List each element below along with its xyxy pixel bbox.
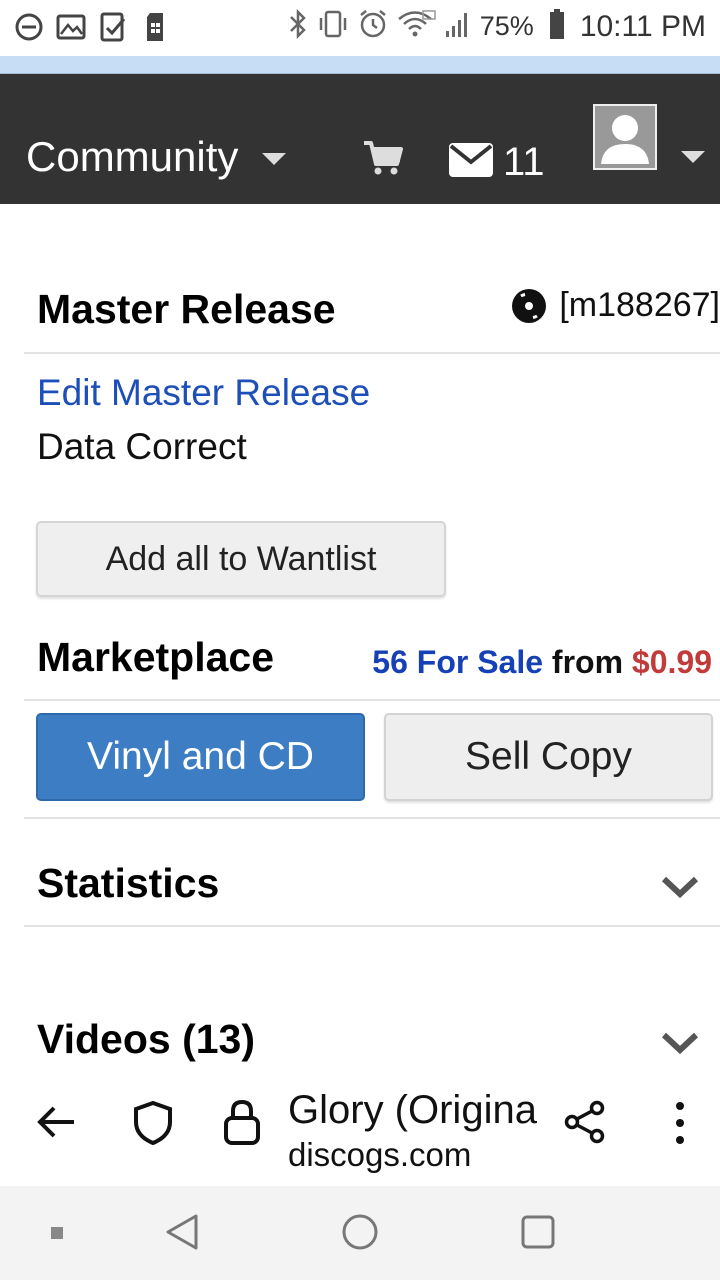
alarm-icon — [358, 9, 388, 44]
more-options-icon[interactable] — [674, 1100, 686, 1151]
videos-chevron-down-icon[interactable] — [660, 1030, 700, 1061]
vinyl-and-cd-button[interactable]: Vinyl and CD — [36, 713, 365, 801]
bluetooth-icon — [288, 8, 308, 45]
divider — [24, 817, 720, 819]
do-not-disturb-icon — [14, 10, 44, 44]
master-id-text: [m188267] — [559, 286, 720, 324]
for-sale-link[interactable]: 56 For Sale — [372, 644, 543, 680]
nav-recents-icon[interactable] — [520, 1214, 556, 1255]
battery-percent: 75% — [479, 11, 534, 41]
chevron-down-icon — [262, 153, 287, 165]
for-sale-summary: 56 For Sale from $0.99 — [372, 644, 712, 681]
master-id[interactable]: [m188267] — [511, 286, 720, 325]
page-domain[interactable]: discogs.com — [288, 1136, 471, 1174]
marketplace-heading: Marketplace — [37, 634, 275, 680]
user-menu-chevron-icon[interactable] — [681, 151, 705, 163]
page-load-strip — [0, 56, 720, 74]
statistics-heading[interactable]: Statistics — [37, 860, 219, 907]
nav-home-icon[interactable] — [341, 1213, 379, 1256]
statistics-chevron-down-icon[interactable] — [660, 874, 700, 905]
divider — [24, 699, 720, 701]
vinyl-record-icon — [512, 288, 547, 323]
divider — [24, 352, 720, 354]
community-menu-label: Community — [26, 133, 239, 180]
avatar[interactable] — [593, 104, 657, 170]
clock: 10:11 PM — [579, 9, 706, 43]
notification-icons — [14, 10, 170, 44]
signal-icon — [444, 9, 472, 44]
vibrate-icon — [316, 9, 350, 44]
system-icons: 75% 10:11 PM — [288, 8, 706, 45]
edit-master-release-link[interactable]: Edit Master Release — [37, 372, 370, 414]
lowest-price: $0.99 — [631, 644, 712, 680]
add-all-to-wantlist-button[interactable]: Add all to Wantlist — [36, 521, 446, 597]
master-release-heading: Master Release — [37, 286, 336, 332]
mail-icon[interactable] — [448, 142, 494, 183]
lock-icon[interactable] — [222, 1098, 262, 1151]
battery-icon — [548, 8, 566, 45]
divider — [24, 925, 720, 927]
page-title[interactable]: Glory (Original — [288, 1088, 538, 1133]
clipboard-check-icon — [98, 10, 128, 44]
wifi-icon — [396, 9, 436, 44]
back-arrow-icon[interactable] — [36, 1104, 76, 1145]
community-menu[interactable]: Community — [26, 133, 287, 181]
from-label: from — [551, 644, 624, 680]
shield-icon[interactable] — [132, 1100, 174, 1151]
image-icon — [56, 10, 86, 44]
menu-dot-icon[interactable] — [50, 1226, 64, 1245]
videos-heading[interactable]: Videos (13) — [37, 1016, 255, 1063]
sd-card-icon — [140, 10, 170, 44]
share-icon[interactable] — [563, 1100, 607, 1149]
data-status: Data Correct — [37, 426, 247, 467]
sell-copy-button[interactable]: Sell Copy — [384, 713, 713, 801]
message-count[interactable]: 11 — [503, 140, 545, 185]
nav-back-icon[interactable] — [164, 1212, 200, 1257]
status-bar: 75% 10:11 PM — [0, 0, 720, 56]
cart-icon[interactable] — [362, 140, 404, 181]
